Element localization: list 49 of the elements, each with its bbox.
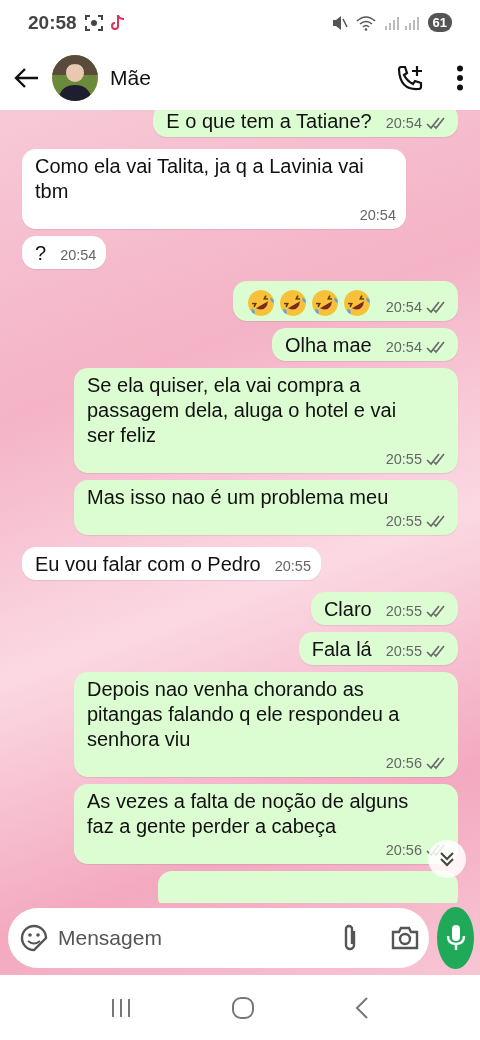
laughing-emoji-icon [277,288,308,318]
message-time: 20:55 [385,511,422,531]
message-time: 20:54 [385,337,422,357]
phone-plus-icon[interactable] [396,63,424,92]
message-text: Mas isso nao é um problema meu [87,485,389,510]
message-text: Claro [323,597,372,622]
message-text: Fala lá [311,637,372,662]
microphone-icon[interactable] [445,924,466,952]
signal-icon [383,15,420,30]
camera-icon[interactable] [391,925,419,951]
message-bar[interactable]: Mensagem [8,908,429,968]
scroll-down-button[interactable] [428,840,466,878]
laughing-emoji-icon [341,288,372,318]
contact-name[interactable]: Mãe [110,65,151,90]
message-time: 20:56 [385,753,422,773]
message-field[interactable]: Mensagem [56,925,331,951]
message-text: Se ela quiser, ela vai compra a passagem dela, aluga o hotel e vai ser feliz [87,373,398,448]
double-chevron-down-icon[interactable] [438,850,456,868]
wifi-icon [355,14,376,31]
more-options-icon[interactable] [456,64,464,91]
message-text: Eu vou falar com o Pedro [35,552,261,577]
message-text: E o que tem a Tatiane? [166,110,372,134]
back-chevron-icon[interactable] [354,995,371,1020]
message-text: Depois nao venha chorando as pitangas falando q ele respondeu a senhora viu [87,677,401,752]
microphone-button[interactable] [437,907,474,969]
back-arrow-icon[interactable] [14,66,40,89]
message-time: 20:55 [385,641,422,661]
home-icon[interactable] [231,995,255,1020]
message-time: 20:54 [385,113,422,133]
message-time: 20:55 [385,449,422,469]
message-text: Olha mae [285,333,372,358]
clock: 20:58 [28,11,77,34]
message-text: As vezes a falta de noção de alguns faz a gente perder a cabeça [87,789,410,839]
mute-icon [331,14,348,31]
sticker-icon[interactable] [20,924,48,952]
message-time: 20:54 [60,245,97,265]
laughing-emoji-icon [309,288,340,318]
laughing-emoji-icon [245,288,276,318]
message-text: ? [35,241,47,266]
message-time: 20:55 [274,556,311,576]
music-note-icon [110,13,125,32]
message-time: 20:56 [385,840,422,860]
screenshot-icon [84,14,103,31]
recent-apps-icon[interactable] [109,996,132,1019]
message-text: Como ela vai Talita, ja q a Lavinia vai tbm [35,154,365,204]
message-time: 20:54 [359,205,396,225]
battery-level: 61 [427,13,452,32]
message-time: 20:55 [385,601,422,621]
message-time: 20:54 [385,297,422,317]
